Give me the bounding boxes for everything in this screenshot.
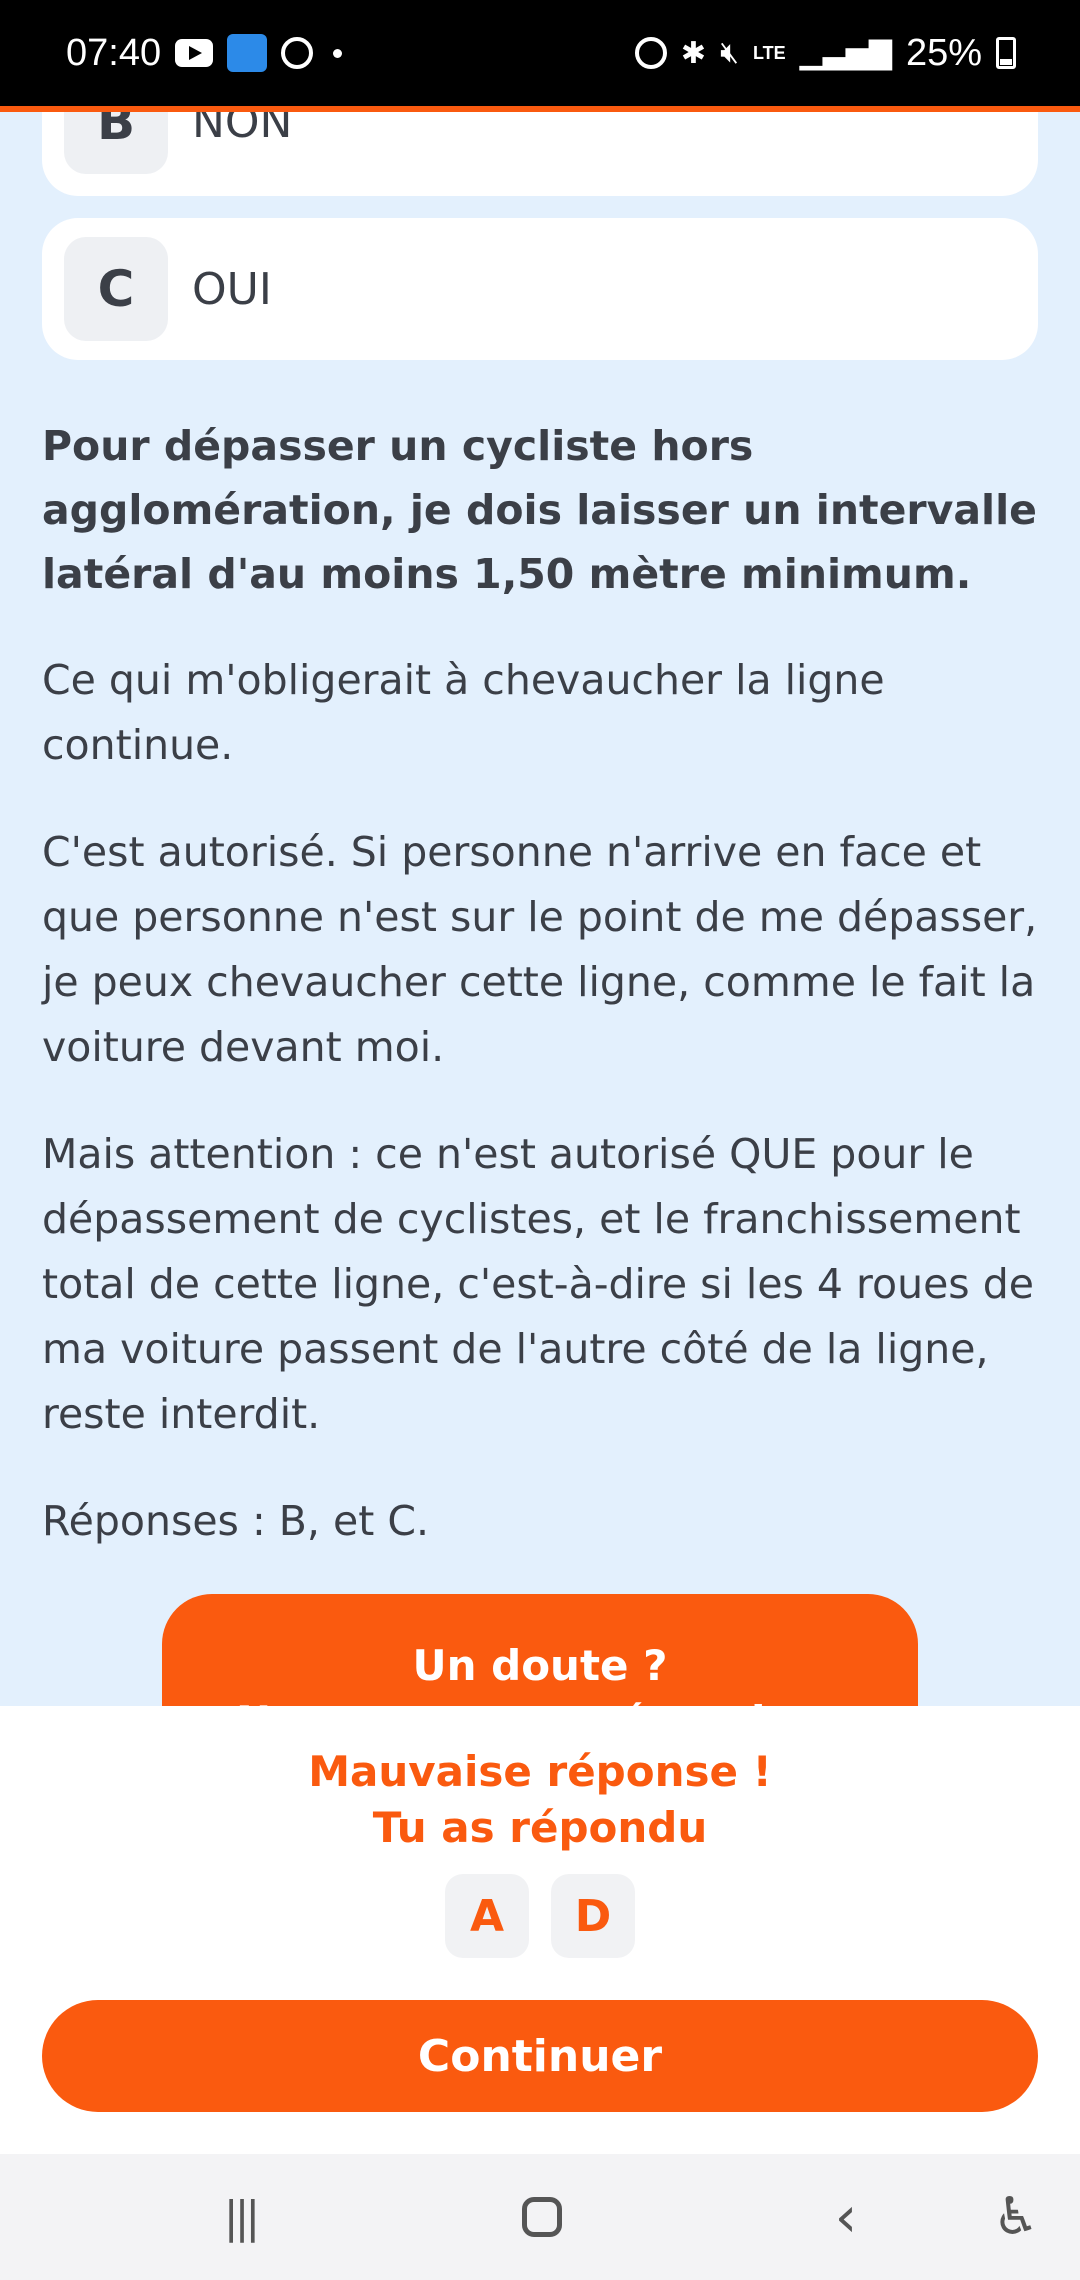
feedback-title: Mauvaise réponse ! Tu as répondu <box>0 1744 1080 1856</box>
chosen-answer-letter: D <box>551 1874 635 1958</box>
alarm-icon <box>281 37 314 69</box>
status-time: 07:40 <box>66 31 162 74</box>
system-nav-bar: ||| ‹ ♿︎ <box>0 2154 1080 2280</box>
answer-letter: C <box>64 237 168 341</box>
back-icon[interactable]: ‹ <box>766 2154 926 2280</box>
continue-button[interactable]: Continuer <box>42 2000 1038 2112</box>
explanation: Pour dépasser un cycliste hors aggloméra… <box>42 414 1042 1554</box>
youtube-icon <box>175 39 214 67</box>
alarm-icon <box>634 37 667 69</box>
answer-text: OUI <box>192 263 272 315</box>
answer-option-c[interactable]: C OUI <box>42 218 1038 360</box>
battery-icon <box>996 37 1016 69</box>
home-icon <box>522 2197 562 2237</box>
explanation-paragraph: Mais attention : ce n'est autorisé QUE p… <box>42 1130 1034 1438</box>
lte-icon: LTE <box>752 42 786 63</box>
explanation-summary: Pour dépasser un cycliste hors aggloméra… <box>42 422 1037 598</box>
status-left: 07:40 <box>66 31 343 75</box>
home-button[interactable] <box>462 2154 622 2280</box>
explanation-answers: Réponses : B, et C. <box>42 1497 429 1545</box>
status-bar-overlay: 07:40 ✱ 🔇︎ LTE ▁▃▅▇ 25% <box>0 0 1080 112</box>
app-icon <box>227 34 268 72</box>
chosen-answer-letter: A <box>445 1874 529 1958</box>
notification-dot-icon <box>333 48 343 58</box>
accessibility-icon[interactable]: ♿︎ <box>936 2154 1080 2280</box>
explanation-paragraph: Ce qui m'obligerait à chevaucher la lign… <box>42 656 885 769</box>
signal-icon: ▁▃▅▇ <box>799 36 892 70</box>
battery-percentage: 25% <box>905 31 982 74</box>
bluetooth-icon: ✱ <box>680 36 707 70</box>
recents-icon[interactable]: ||| <box>160 2154 320 2280</box>
ask-experts-line1: Un doute ? <box>412 1641 668 1690</box>
wrong-answer-label: Mauvaise réponse ! <box>308 1747 772 1796</box>
mute-icon: 🔇︎ <box>720 36 739 69</box>
chosen-answers: A D <box>0 1874 1080 1958</box>
feedback-panel: Mauvaise réponse ! Tu as répondu A D Con… <box>0 1706 1080 2154</box>
explanation-paragraph: C'est autorisé. Si personne n'arrive en … <box>42 828 1038 1071</box>
status-right: ✱ 🔇︎ LTE ▁▃▅▇ 25% <box>634 31 1016 75</box>
you-answered-label: Tu as répondu <box>372 1803 708 1852</box>
